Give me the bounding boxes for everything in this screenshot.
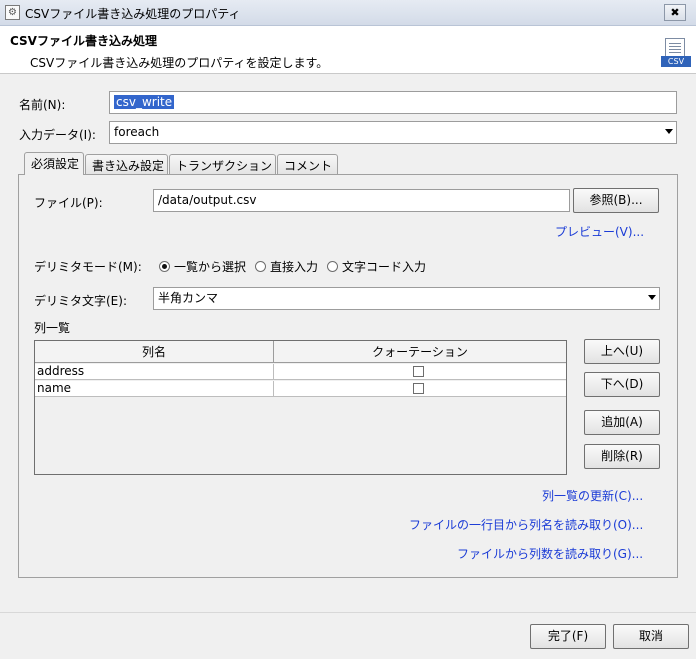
delimiter-char-value: 半角カンマ	[158, 291, 219, 305]
quotation-checkbox[interactable]	[413, 383, 424, 394]
columns-label: 列一覧	[34, 321, 71, 335]
app-icon: ⚙	[5, 5, 20, 20]
delimiter-char-label: デリミタ文字(E):	[34, 294, 127, 308]
cell-quotation	[274, 364, 566, 380]
header-title: CSVファイル書き込み処理	[10, 34, 157, 48]
header-description: CSVファイル書き込み処理のプロパティを設定します。	[30, 56, 329, 70]
radio-char-code-input[interactable]: 文字コード入力	[327, 258, 426, 275]
table-header: 列名 クォーテーション	[35, 341, 566, 363]
delete-column-button[interactable]: 削除(R)	[584, 444, 660, 469]
input-data-value: foreach	[114, 125, 160, 139]
dialog-header: CSVファイル書き込み処理 CSVファイル書き込み処理のプロパティを設定します。…	[0, 26, 696, 74]
move-up-button[interactable]: 上へ(U)	[584, 339, 660, 364]
window-title: CSVファイル書き込み処理のプロパティ	[25, 7, 241, 21]
columns-table[interactable]: 列名 クォーテーション address name	[34, 340, 567, 475]
chevron-down-icon	[665, 129, 673, 134]
delimiter-mode-label: デリミタモード(M):	[34, 260, 142, 274]
radio-direct-input[interactable]: 直接入力	[255, 258, 318, 275]
file-label: ファイル(P):	[34, 196, 103, 210]
cell-column-name[interactable]: name	[35, 381, 274, 397]
quotation-checkbox[interactable]	[413, 366, 424, 377]
read-column-count-link[interactable]: ファイルから列数を読み取り(G)...	[457, 545, 643, 562]
csv-badge: CSV	[661, 56, 691, 67]
tab-required[interactable]: 必須設定	[24, 152, 84, 175]
radio-label: 一覧から選択	[174, 260, 247, 274]
cell-column-name[interactable]: address	[35, 364, 274, 380]
browse-button[interactable]: 参照(B)...	[573, 188, 659, 213]
preview-link[interactable]: プレビュー(V)...	[555, 223, 644, 240]
chevron-down-icon	[648, 295, 656, 300]
close-button[interactable]: ✖	[664, 4, 686, 21]
refresh-columns-link[interactable]: 列一覧の更新(C)...	[542, 487, 643, 504]
tab-comment[interactable]: コメント	[277, 154, 338, 174]
input-data-label: 入力データ(I):	[19, 128, 96, 142]
cell-quotation	[274, 381, 566, 397]
cancel-button[interactable]: 取消	[613, 624, 689, 649]
table-row[interactable]: name	[35, 381, 566, 397]
radio-icon	[255, 261, 266, 272]
radio-icon	[327, 261, 338, 272]
tab-transaction[interactable]: トランザクション	[169, 154, 276, 174]
radio-label: 直接入力	[270, 260, 319, 274]
name-field[interactable]: csv_write	[109, 91, 677, 114]
read-column-names-link[interactable]: ファイルの一行目から列名を読み取り(O)...	[409, 516, 643, 533]
column-header-quotation[interactable]: クォーテーション	[274, 341, 566, 363]
name-value: csv_write	[114, 95, 175, 109]
title-bar: ⚙ CSVファイル書き込み処理のプロパティ ✖	[0, 0, 696, 26]
add-column-button[interactable]: 追加(A)	[584, 410, 660, 435]
radio-label: 文字コード入力	[342, 260, 427, 274]
move-down-button[interactable]: 下へ(D)	[584, 372, 660, 397]
input-data-select[interactable]: foreach	[109, 121, 677, 144]
csv-file-icon: CSV	[661, 38, 691, 68]
column-header-name[interactable]: 列名	[35, 341, 274, 363]
name-label: 名前(N):	[19, 98, 66, 112]
radio-select-from-list[interactable]: 一覧から選択	[159, 258, 246, 275]
delimiter-char-select[interactable]: 半角カンマ	[153, 287, 660, 310]
table-row[interactable]: address	[35, 364, 566, 380]
radio-selected-icon	[159, 261, 170, 272]
footer-divider	[0, 612, 696, 613]
finish-button[interactable]: 完了(F)	[530, 624, 606, 649]
tab-write-settings[interactable]: 書き込み設定	[85, 154, 168, 174]
file-path-field[interactable]: /data/output.csv	[153, 189, 570, 212]
